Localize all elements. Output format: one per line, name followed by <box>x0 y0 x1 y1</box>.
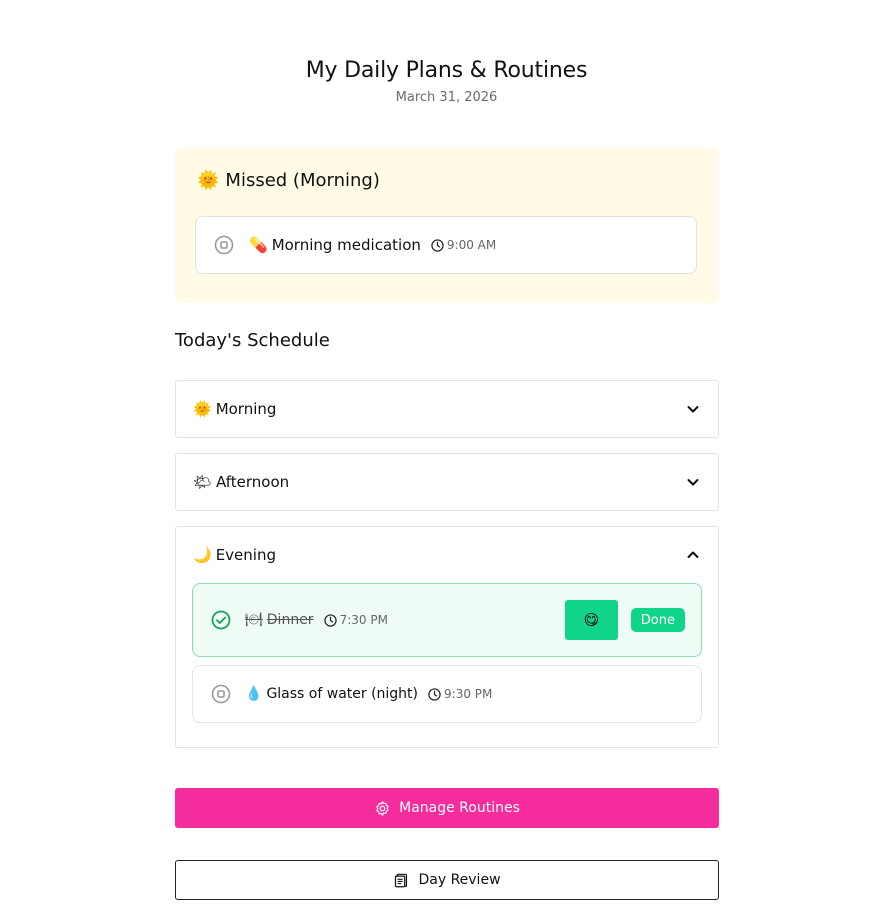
clock-icon <box>431 238 444 252</box>
water-task-time: 9:30 PM <box>428 687 492 701</box>
missed-heading-label: Missed (Morning) <box>225 170 380 191</box>
chevron-up-icon[interactable] <box>686 548 700 562</box>
droplet-icon: 💧 <box>245 686 263 702</box>
sun-cloud-icon: 🌤 <box>193 473 213 491</box>
moon-icon: 🌙 <box>193 546 212 564</box>
dinner-task-label: Dinner <box>266 612 314 628</box>
manage-routines-button[interactable]: Manage Routines <box>175 788 719 828</box>
missed-task-card[interactable]: 💊 Morning medication 9:00 AM <box>195 216 697 274</box>
gear-icon <box>376 800 389 816</box>
sun-icon: 🌞 <box>193 400 212 418</box>
yum-face-icon: 😋 <box>583 611 600 629</box>
accordion-evening[interactable]: 🌙 Evening 🍽 Dinner 7:30 PM 😋 Done 💧 Glas… <box>175 526 719 748</box>
page-title: My Daily Plans & Routines <box>305 58 588 83</box>
clock-icon <box>323 613 337 627</box>
check-circle-icon[interactable] <box>211 610 231 630</box>
missed-panel: 🌞 Missed (Morning) 💊 Morning medication … <box>175 148 719 303</box>
accordion-morning-header[interactable]: 🌞 Morning <box>176 381 718 437</box>
dinner-task-time-label: 7:30 PM <box>339 613 388 627</box>
chevron-down-icon[interactable] <box>686 475 700 489</box>
plate-icon: 🍽 <box>245 612 263 628</box>
page-date: March 31, 2026 <box>395 90 498 105</box>
accordion-morning[interactable]: 🌞 Morning <box>175 380 719 438</box>
dinner-task-time: 7:30 PM <box>323 613 388 627</box>
task-card-dinner[interactable]: 🍽 Dinner 7:30 PM 😋 Done <box>192 583 702 657</box>
accordion-afternoon[interactable]: 🌤 Afternoon <box>175 453 719 511</box>
pill-icon: 💊 <box>249 236 268 254</box>
missed-task-time: 9:00 AM <box>431 238 496 252</box>
day-review-button[interactable]: Day Review <box>175 860 719 900</box>
water-task-time-label: 9:30 PM <box>444 687 493 701</box>
missed-task-name: 💊 Morning medication <box>249 236 421 254</box>
accordion-evening-header[interactable]: 🌙 Evening <box>176 527 718 583</box>
accordion-morning-label: Morning <box>215 400 277 418</box>
clipboard-icon <box>395 873 408 888</box>
missed-task-time-label: 9:00 AM <box>446 238 497 252</box>
schedule-title: Today's Schedule <box>175 330 330 351</box>
sun-icon: 🌞 <box>197 170 220 191</box>
task-card-glass-of-water[interactable]: 💧 Glass of water (night) 9:30 PM <box>192 665 702 723</box>
accordion-afternoon-header[interactable]: 🌤 Afternoon <box>176 454 718 510</box>
page: My Daily Plans & Routines March 31, 2026… <box>0 0 893 921</box>
accordion-evening-label: Evening <box>215 546 276 564</box>
day-review-label: Day Review <box>418 872 501 888</box>
done-badge[interactable]: Done <box>630 608 685 632</box>
pending-status-icon[interactable] <box>214 235 234 255</box>
reaction-button[interactable]: 😋 <box>565 600 618 640</box>
clock-icon <box>428 687 441 701</box>
accordion-afternoon-label: Afternoon <box>216 473 290 491</box>
missed-task-label: Morning medication <box>271 236 421 254</box>
page-header: My Daily Plans & Routines March 31, 2026 <box>0 56 893 105</box>
water-task-name: 💧 Glass of water (night) <box>245 686 418 702</box>
missed-heading: 🌞 Missed (Morning) <box>197 170 380 191</box>
water-task-label: Glass of water (night) <box>266 686 419 702</box>
dinner-task-name: 🍽 Dinner <box>245 612 314 628</box>
chevron-down-icon[interactable] <box>686 402 700 416</box>
pending-status-icon[interactable] <box>211 684 231 704</box>
manage-routines-label: Manage Routines <box>399 800 520 816</box>
